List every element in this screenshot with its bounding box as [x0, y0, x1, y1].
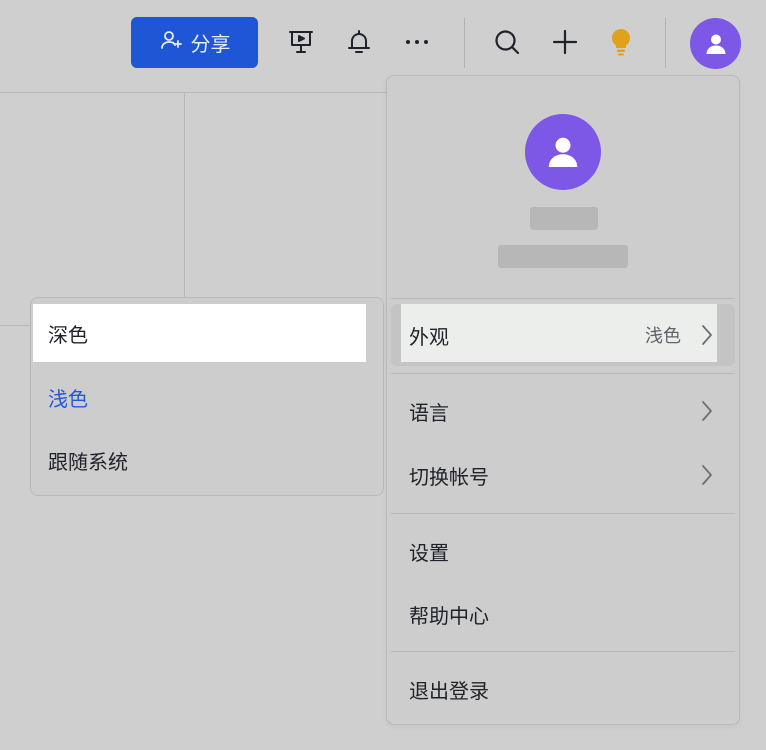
- menu-item-settings[interactable]: 设置: [391, 523, 735, 579]
- chevron-right-icon: [702, 325, 712, 345]
- canvas-divider-vertical: [184, 93, 185, 297]
- theme-option-follow-system[interactable]: 跟随系统: [33, 431, 366, 489]
- menu-item-label: 语言: [409, 400, 449, 425]
- menu-item-appearance[interactable]: 外观 浅色: [391, 304, 735, 366]
- add-user-icon: [159, 28, 183, 57]
- menu-divider: [391, 513, 735, 514]
- menu-item-language[interactable]: 语言: [391, 383, 735, 439]
- user-icon: [706, 34, 725, 54]
- profile-avatar: [525, 114, 601, 190]
- toolbar-divider: [0, 92, 386, 93]
- user-icon: [548, 137, 578, 167]
- search-icon[interactable]: [490, 25, 524, 59]
- chevron-right-icon: [702, 465, 712, 485]
- share-label: 分享: [190, 32, 231, 56]
- menu-item-label: 帮助中心: [409, 603, 489, 628]
- menu-item-label: 退出登录: [409, 678, 489, 703]
- menu-divider: [391, 651, 735, 652]
- theme-option-label: 浅色: [48, 386, 88, 411]
- present-icon[interactable]: [284, 25, 318, 59]
- chevron-right-icon: [702, 401, 712, 421]
- lightbulb-icon[interactable]: [604, 25, 638, 59]
- toolbar-separator: [464, 18, 465, 68]
- share-button[interactable]: 分享: [131, 17, 258, 68]
- more-icon[interactable]: [400, 25, 434, 59]
- theme-option-label: 跟随系统: [48, 449, 128, 474]
- appearance-current-value: 浅色: [645, 326, 681, 347]
- user-email-placeholder: [498, 245, 628, 268]
- plus-icon[interactable]: [548, 25, 582, 59]
- bell-icon[interactable]: [342, 25, 376, 59]
- theme-option-light[interactable]: 浅色: [33, 368, 366, 426]
- menu-item-label: 外观: [409, 324, 449, 349]
- menu-item-logout[interactable]: 退出登录: [391, 661, 735, 717]
- menu-divider: [391, 373, 735, 374]
- menu-item-switch-account[interactable]: 切换帐号: [391, 447, 735, 503]
- menu-item-help-center[interactable]: 帮助中心: [391, 586, 735, 642]
- user-name-placeholder: [530, 207, 598, 230]
- appearance-submenu: 深色 浅色 跟随系统: [30, 297, 384, 496]
- menu-divider: [391, 298, 735, 299]
- menu-item-label: 切换帐号: [409, 464, 489, 489]
- canvas-divider-horizontal: [0, 325, 30, 326]
- user-avatar[interactable]: [690, 18, 741, 69]
- toolbar-separator: [665, 18, 666, 68]
- account-menu: 外观 浅色 语言 切换帐号 设置 帮助中心 退出登录: [386, 75, 740, 725]
- theme-option-dark[interactable]: 深色: [33, 304, 366, 362]
- menu-item-label: 设置: [409, 540, 449, 565]
- theme-option-label: 深色: [48, 322, 88, 347]
